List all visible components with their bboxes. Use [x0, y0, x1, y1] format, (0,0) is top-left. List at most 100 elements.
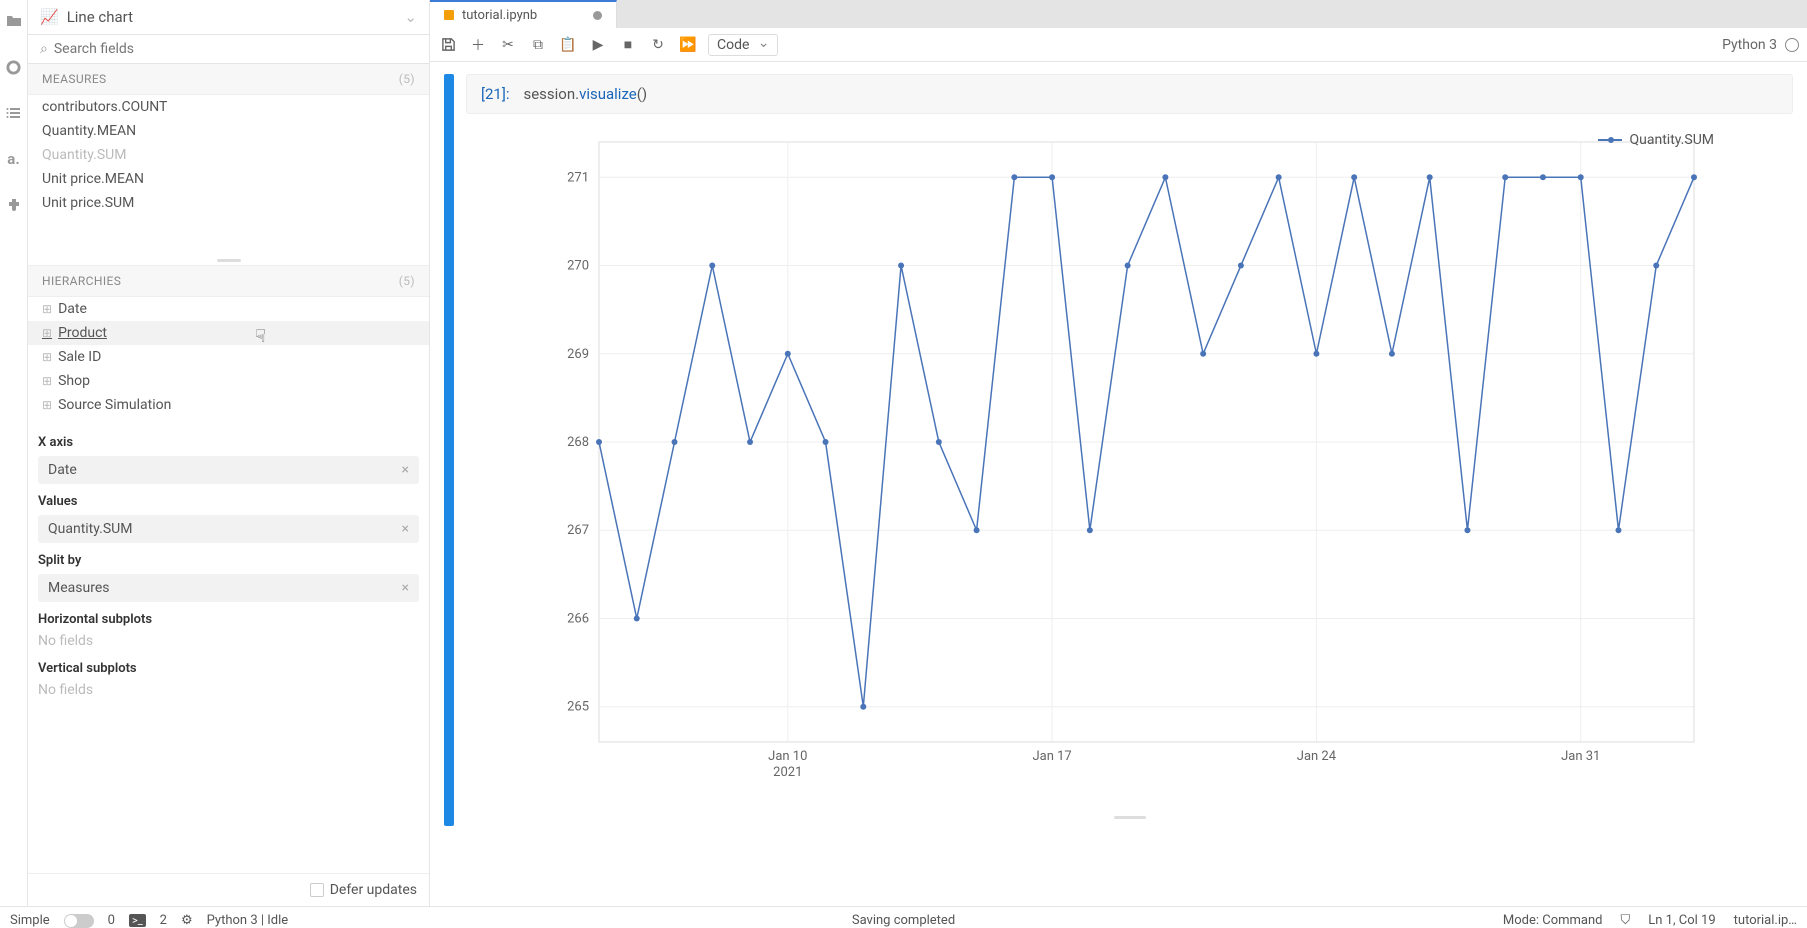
defer-updates-row[interactable]: Defer updates [28, 873, 429, 906]
hierarchy-item[interactable]: ⊞Product [28, 321, 429, 345]
stop-icon[interactable]: ■ [618, 35, 638, 55]
measures-header-label: MEASURES [42, 72, 107, 86]
vsubplots-placeholder[interactable]: No fields [38, 682, 419, 698]
cell-prompt: [21]: [481, 85, 509, 103]
paste-icon[interactable]: 📋 [558, 35, 578, 55]
run-icon[interactable]: ▶ [588, 35, 608, 55]
svg-text:Jan 31: Jan 31 [1561, 749, 1600, 764]
unsaved-indicator-icon [593, 11, 602, 20]
status-mode: Mode: Command [1503, 913, 1603, 928]
xaxis-value: Date [48, 462, 77, 478]
hsubplots-placeholder[interactable]: No fields [38, 633, 419, 649]
remove-xaxis-icon[interactable]: × [402, 462, 409, 478]
measure-item[interactable]: Unit price.MEAN [28, 167, 429, 191]
splitby-pill[interactable]: Measures× [38, 574, 419, 602]
xaxis-pill[interactable]: Date × [38, 456, 419, 484]
status-simple[interactable]: Simple [10, 913, 50, 928]
notebook-toolbar: ＋ ✂ ⧉ 📋 ▶ ■ ↻ ⏩ Code Python 3 [430, 28, 1807, 62]
fields-panel: 📈 Line chart ⌄ ⌕ MEASURES (5) contributo… [28, 0, 430, 906]
hierarchy-item[interactable]: ⊞Date [28, 297, 429, 321]
splitby-label: Split by [38, 553, 419, 568]
xaxis-label: X axis [38, 435, 419, 450]
values-label: Values [38, 494, 419, 509]
hierarchy-item[interactable]: ⊞Source Simulation [28, 393, 429, 417]
main-area: tutorial.ipynb ＋ ✂ ⧉ 📋 ▶ ■ ↻ ⏩ Code Pyth… [430, 0, 1807, 906]
add-cell-icon[interactable]: ＋ [468, 35, 488, 55]
hierarchy-item[interactable]: ⊞Sale ID [28, 345, 429, 369]
notebook-file-icon [444, 10, 454, 20]
cell-type-select[interactable]: Code [708, 34, 778, 56]
hierarchy-icon: ⊞ [42, 326, 52, 340]
measure-item[interactable]: Quantity.SUM [28, 143, 429, 167]
cut-icon[interactable]: ✂ [498, 35, 518, 55]
terminal-badge-icon[interactable]: >_ [129, 914, 146, 927]
tab-bar: tutorial.ipynb [430, 0, 1807, 28]
activity-rail: a. [0, 0, 28, 906]
values-pill[interactable]: Quantity.SUM× [38, 515, 419, 543]
vsubplots-label: Vertical subplots [38, 661, 419, 676]
code-fn: visualize [579, 85, 637, 103]
code-input[interactable]: [21]: session.visualize() [466, 74, 1793, 114]
kernel-name: Python 3 [1722, 37, 1777, 53]
status-kernel[interactable]: Python 3 | Idle [207, 913, 289, 928]
settings-icon[interactable]: ⚙ [181, 913, 193, 928]
hierarchies-count: (5) [399, 274, 415, 288]
measures-header: MEASURES (5) [28, 64, 429, 95]
svg-text:269: 269 [567, 347, 589, 362]
svg-text:266: 266 [567, 611, 589, 626]
remove-splitby-icon[interactable]: × [402, 580, 409, 596]
cell-gutter [444, 74, 454, 826]
remove-values-icon[interactable]: × [402, 521, 409, 537]
measures-count: (5) [399, 72, 415, 86]
kernel-indicator[interactable]: Python 3 [1722, 37, 1799, 53]
hierarchy-item[interactable]: ⊞Shop [28, 369, 429, 393]
chevron-down-icon: ⌄ [404, 8, 417, 26]
atoti-icon[interactable]: a. [5, 150, 23, 168]
search-icon: ⌕ [40, 41, 48, 57]
chart-type-label: Line chart [67, 8, 133, 26]
status-cursor: Ln 1, Col 19 [1648, 913, 1715, 928]
run-all-icon[interactable]: ⏩ [678, 35, 698, 55]
simple-toggle[interactable] [64, 914, 94, 928]
svg-text:271: 271 [567, 170, 589, 185]
measure-item[interactable]: contributors.COUNT [28, 95, 429, 119]
trust-icon[interactable]: ⛉ [1621, 913, 1631, 928]
restart-icon[interactable]: ↻ [648, 35, 668, 55]
tab-tutorial[interactable]: tutorial.ipynb [430, 0, 617, 28]
svg-text:265: 265 [567, 700, 589, 715]
hierarchy-icon: ⊞ [42, 398, 52, 412]
copy-icon[interactable]: ⧉ [528, 35, 548, 55]
defer-checkbox[interactable] [310, 883, 324, 897]
measure-item[interactable]: Unit price.SUM [28, 191, 429, 215]
measure-item[interactable]: Quantity.MEAN [28, 119, 429, 143]
output-resize-handle[interactable] [466, 816, 1793, 826]
folder-icon[interactable] [5, 12, 23, 30]
svg-text:270: 270 [567, 259, 589, 274]
circle-icon[interactable] [5, 58, 23, 76]
code-cell[interactable]: [21]: session.visualize() Quantity.SUM 2… [444, 74, 1793, 826]
notebook-body: [21]: session.visualize() Quantity.SUM 2… [430, 62, 1807, 906]
legend: Quantity.SUM [1598, 132, 1714, 148]
status-saving: Saving completed [852, 913, 955, 928]
chart-type-select[interactable]: 📈 Line chart ⌄ [28, 0, 429, 35]
code-tail: () [637, 85, 647, 103]
list-icon[interactable] [5, 104, 23, 122]
line-chart-svg: 265266267268269270271Jan 10Jan 17Jan 24J… [514, 122, 1714, 812]
svg-text:2021: 2021 [773, 765, 802, 780]
hsubplots-label: Horizontal subplots [38, 612, 419, 627]
legend-swatch-icon [1598, 139, 1622, 141]
status-zero: 0 [108, 913, 115, 928]
search-bar[interactable]: ⌕ [28, 35, 429, 64]
save-icon[interactable] [438, 35, 458, 55]
svg-text:Jan 10: Jan 10 [768, 749, 807, 764]
kernel-status-icon [1785, 38, 1799, 52]
hierarchies-header: HIERARCHIES (5) [28, 266, 429, 297]
status-two: 2 [160, 913, 167, 928]
hierarchy-icon: ⊞ [42, 350, 52, 364]
status-bar: Simple 0 >_ 2 ⚙ Python 3 | Idle Saving c… [0, 906, 1807, 928]
panel-divider[interactable] [28, 255, 429, 265]
status-file: tutorial.ip… [1734, 913, 1797, 928]
config-area: X axis Date × Values Quantity.SUM× Split … [28, 417, 429, 873]
extension-icon[interactable] [5, 196, 23, 214]
search-input[interactable] [54, 41, 417, 57]
